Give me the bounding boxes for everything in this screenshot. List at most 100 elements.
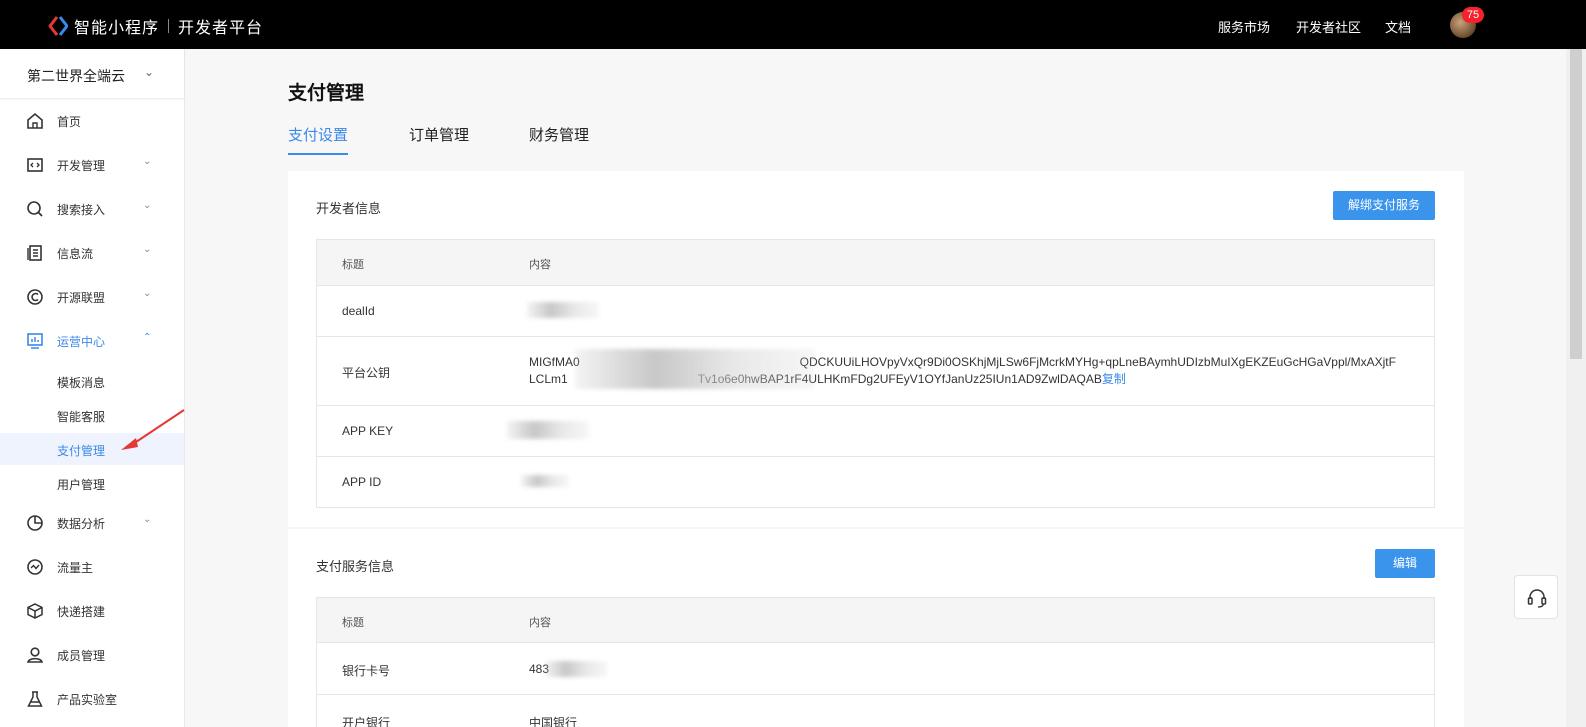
sidebar-item-label: 成员管理 (57, 649, 106, 663)
sidebar-subitem-label: 模板消息 (57, 376, 106, 390)
brand-subtitle: 开发者平台 (178, 20, 264, 37)
header-title: 标题 (342, 617, 364, 629)
nav-link-developer-community[interactable]: 开发者社区 (1296, 17, 1361, 36)
table-row: 平台公钥 MIGfMA0 QDCKUUiLHOVpyVxQr9Di0OSKhjMj… (317, 336, 1434, 405)
brand-divider (168, 19, 170, 33)
table-row: 开户银行 中国银行 (317, 694, 1434, 727)
row-title: 银行卡号 (342, 664, 391, 678)
sidebar-item-label: 首页 (57, 115, 82, 129)
logo-icon (48, 16, 68, 36)
customer-service-button[interactable] (1514, 575, 1558, 619)
unbind-payment-button[interactable]: 解绑支付服务 (1333, 191, 1435, 220)
pie-chart-icon (27, 515, 43, 531)
key-line1-start: MIGfMA0 (529, 355, 580, 369)
sidebar-item-quick-build[interactable]: 快递搭建 (0, 591, 184, 631)
header-content: 内容 (529, 617, 551, 629)
search-icon (27, 201, 43, 217)
redacted-value (521, 475, 569, 487)
headset-icon (1527, 589, 1547, 608)
sidebar-subitem-label: 智能客服 (57, 410, 106, 424)
page-title: 支付管理 (288, 83, 365, 104)
chevron-up-icon: ⌃ (143, 332, 152, 343)
card-title: 支付服务信息 (316, 559, 395, 574)
sidebar-item-product-lab[interactable]: 产品实验室 (0, 679, 184, 719)
table-header: 标题 内容 (317, 598, 1434, 642)
chevron-down-icon: ⌄ (143, 244, 152, 255)
header-content: 内容 (529, 259, 551, 271)
sidebar-item-dev-management[interactable]: 开发管理 ⌄ (0, 145, 184, 185)
edit-button[interactable]: 编辑 (1375, 549, 1435, 578)
code-icon (27, 158, 43, 172)
row-title: 开户银行 (342, 716, 391, 727)
table-header: 标题 内容 (317, 240, 1434, 285)
sidebar-item-label: 搜索接入 (57, 203, 106, 217)
payment-service-card: 支付服务信息 编辑 标题 内容 银行卡号 483 开户银行 中国银行 (288, 529, 1464, 727)
card-title: 开发者信息 (316, 201, 382, 216)
sidebar-subitem-user-management[interactable]: 用户管理 (0, 467, 184, 499)
sidebar-item-traffic-owner[interactable]: 流量主 (0, 547, 184, 587)
copy-link[interactable]: 复制 (1102, 372, 1126, 386)
sidebar-item-search-access[interactable]: 搜索接入 ⌄ (0, 189, 184, 229)
chevron-down-icon: ⌄ (144, 65, 155, 79)
sidebar-item-label: 开源联盟 (57, 291, 106, 305)
scrollbar-thumb[interactable] (1570, 49, 1582, 359)
table-row: 银行卡号 483 (317, 642, 1434, 694)
redacted-value (575, 349, 815, 389)
sidebar-item-label: 信息流 (57, 247, 94, 261)
annotation-arrow-icon (121, 409, 185, 450)
developer-info-table: 标题 内容 dealId 平台公钥 MIGfMA0 QDCKUUiLHOVpyVx… (316, 239, 1435, 508)
feed-icon (27, 245, 42, 261)
logo[interactable]: 智能小程序 开发者平台 (48, 14, 263, 38)
sidebar-subitem-template-message[interactable]: 模板消息 (0, 365, 184, 397)
key-line1-end: QDCKUUiLHOVpyVxQr9Di0OSKhjMjLSw6FjMcrkMY… (799, 355, 1396, 369)
chevron-down-icon: ⌄ (143, 156, 152, 167)
brand-name: 智能小程序 (74, 20, 160, 37)
bank-name: 中国银行 (529, 716, 578, 727)
header-title: 标题 (342, 259, 364, 271)
sidebar-item-data-analysis[interactable]: 数据分析 ⌄ (0, 503, 184, 543)
developer-info-card: 开发者信息 解绑支付服务 标题 内容 dealId 平台公钥 MIGfMA0 QD… (288, 171, 1464, 527)
chevron-down-icon: ⌄ (143, 288, 152, 299)
nav-link-docs[interactable]: 文档 (1385, 17, 1411, 36)
sidebar-item-member-management[interactable]: 成员管理 (0, 635, 184, 675)
sidebar-item-label: 产品实验室 (57, 693, 118, 707)
nav-link-service-market[interactable]: 服务市场 (1218, 17, 1270, 36)
sidebar-item-home[interactable]: 首页 (0, 101, 184, 141)
tab-payment-settings[interactable]: 支付设置 (288, 124, 349, 155)
chevron-down-icon: ⌄ (143, 200, 152, 211)
chevron-down-icon: ⌄ (143, 514, 152, 525)
sidebar-item-operations-center[interactable]: 运营中心 ⌃ (0, 321, 184, 361)
table-row: APP KEY (317, 405, 1434, 456)
redacted-value (527, 302, 599, 318)
redacted-value (545, 661, 607, 677)
home-icon (27, 112, 43, 129)
notification-badge: 75 (1462, 7, 1484, 23)
row-title: APP KEY (342, 424, 394, 438)
alliance-icon (27, 289, 43, 305)
sidebar-item-label: 快递搭建 (57, 605, 106, 619)
key-line2-start: LCLm1 (529, 372, 568, 386)
redacted-value (507, 421, 589, 439)
scrollbar[interactable] (1566, 49, 1586, 727)
sidebar-item-label: 运营中心 (57, 335, 106, 349)
org-selector[interactable]: 第二世界全端云 ⌄ (0, 49, 184, 99)
row-title: dealId (342, 304, 375, 318)
row-title: 平台公钥 (342, 366, 391, 380)
tab-order-management[interactable]: 订单管理 (409, 124, 469, 153)
payment-service-table: 标题 内容 银行卡号 483 开户银行 中国银行 (316, 597, 1435, 727)
sidebar-item-label: 数据分析 (57, 517, 106, 531)
trend-icon (27, 559, 43, 575)
org-name: 第二世界全端云 (27, 68, 125, 84)
table-row: dealId (317, 285, 1434, 336)
user-icon (27, 647, 43, 663)
sidebar-item-feed[interactable]: 信息流 ⌄ (0, 233, 184, 273)
sidebar-item-label: 开发管理 (57, 159, 106, 173)
sidebar: 第二世界全端云 ⌄ 首页 开发管理 ⌄ 搜索接入 ⌄ 信息流 ⌄ 开源联盟 ⌄ … (0, 49, 185, 727)
dashboard-icon (27, 333, 43, 349)
tab-finance-management[interactable]: 财务管理 (529, 124, 589, 153)
top-bar: 智能小程序 开发者平台 服务市场 开发者社区 文档 75 (0, 0, 1586, 49)
flask-icon (27, 691, 43, 707)
sidebar-item-open-alliance[interactable]: 开源联盟 ⌄ (0, 277, 184, 317)
sidebar-subitem-label: 用户管理 (57, 478, 106, 492)
row-title: APP ID (342, 475, 382, 489)
